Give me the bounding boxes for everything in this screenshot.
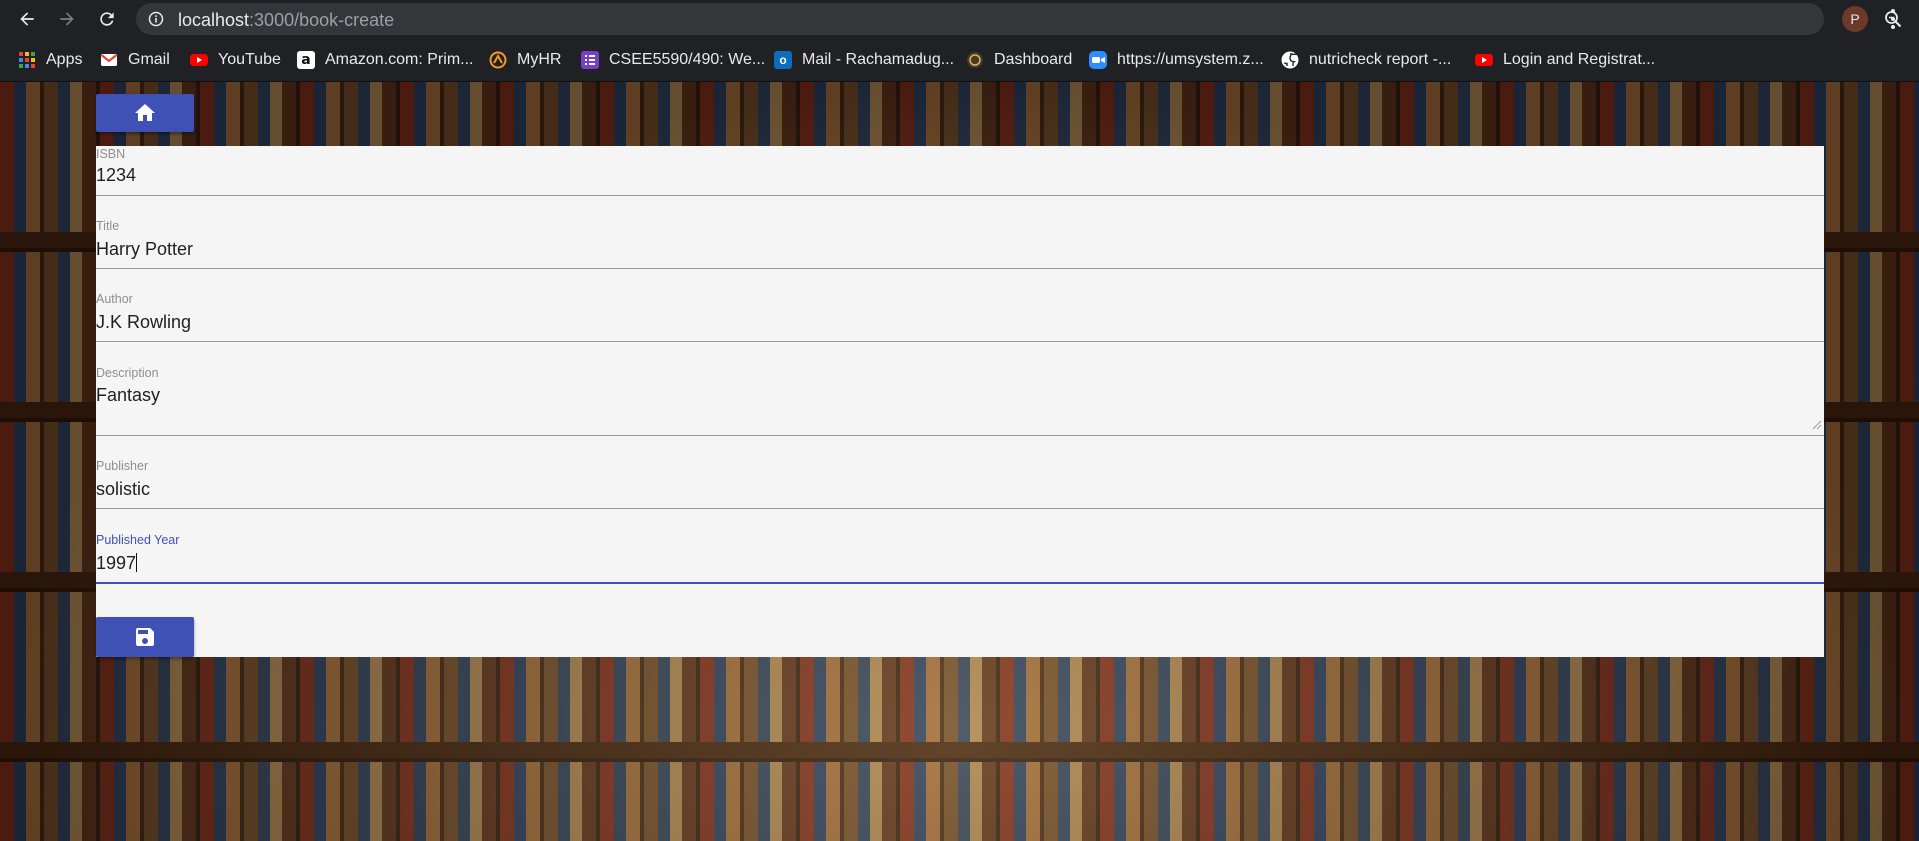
apps-grid-icon bbox=[18, 51, 36, 69]
bookmark-label: Dashboard bbox=[994, 51, 1073, 68]
published-year-value: 1997 bbox=[96, 553, 137, 573]
text-caret bbox=[136, 553, 138, 572]
description-field[interactable]: Description Fantasy bbox=[96, 342, 1824, 436]
publisher-input[interactable]: solistic bbox=[96, 479, 150, 500]
bookmark-label: https://umsystem.z... bbox=[1117, 51, 1264, 68]
forward-icon[interactable] bbox=[54, 6, 80, 32]
bookmark-amazon[interactable]: a Amazon.com: Prim... bbox=[297, 49, 473, 71]
browser-toolbar: localhost:3000/book-create P bbox=[0, 0, 1919, 38]
youtube-icon bbox=[1475, 51, 1493, 69]
bookmark-umsystem[interactable]: https://umsystem.z... bbox=[1089, 49, 1264, 71]
bookmark-label: Amazon.com: Prim... bbox=[325, 51, 474, 68]
bookmark-label: Apps bbox=[46, 51, 83, 68]
field-label: Description bbox=[96, 366, 159, 380]
url-path: :3000/book-create bbox=[249, 10, 395, 30]
bookmark-apps[interactable]: Apps bbox=[18, 49, 82, 71]
url-host: localhost bbox=[178, 10, 250, 30]
myhr-icon bbox=[489, 51, 507, 69]
field-label: Published Year bbox=[96, 533, 180, 547]
bookmark-nutricheck[interactable]: nutricheck report -... bbox=[1281, 49, 1451, 71]
dashboard-icon bbox=[966, 51, 984, 69]
back-icon[interactable] bbox=[14, 6, 40, 32]
bookmark-mail[interactable]: o Mail - Rachamadug... bbox=[774, 49, 954, 71]
page-background: ISBN 1234 Title Harry Potter Author J.K … bbox=[0, 82, 1919, 841]
bookmark-gmail[interactable]: Gmail bbox=[100, 49, 170, 71]
title-input[interactable]: Harry Potter bbox=[96, 239, 193, 260]
isbn-field[interactable]: ISBN 1234 bbox=[96, 146, 1824, 196]
reload-icon[interactable] bbox=[94, 6, 120, 32]
github-icon bbox=[1281, 51, 1299, 69]
bookmark-label: Mail - Rachamadug... bbox=[802, 51, 955, 68]
bookmark-label: Login and Registrat... bbox=[1503, 51, 1656, 68]
bookmark-label: YouTube bbox=[218, 51, 281, 68]
bookmark-label: CSEE5590/490: We... bbox=[609, 51, 766, 68]
bookmark-youtube[interactable]: YouTube bbox=[190, 49, 281, 71]
author-field[interactable]: Author J.K Rowling bbox=[96, 269, 1824, 342]
published-year-field[interactable]: Published Year 1997 bbox=[96, 509, 1824, 584]
title-field[interactable]: Title Harry Potter bbox=[96, 196, 1824, 269]
home-icon bbox=[135, 104, 155, 121]
bookmark-label: nutricheck report -... bbox=[1309, 51, 1452, 68]
site-info-icon[interactable] bbox=[148, 11, 164, 27]
author-input[interactable]: J.K Rowling bbox=[96, 312, 191, 333]
bookmark-login[interactable]: Login and Registrat... bbox=[1475, 49, 1655, 71]
bookmark-csee[interactable]: CSEE5590/490: We... bbox=[581, 49, 765, 71]
gmail-icon bbox=[100, 51, 118, 69]
youtube-icon bbox=[190, 51, 208, 69]
url-text[interactable]: localhost:3000/book-create bbox=[178, 10, 394, 31]
field-label: Publisher bbox=[96, 459, 149, 473]
bookmark-dashboard[interactable]: Dashboard bbox=[966, 49, 1072, 71]
amazon-icon: a bbox=[297, 51, 315, 69]
kebab-menu-icon[interactable] bbox=[1884, 7, 1902, 31]
bookmark-label: Gmail bbox=[128, 51, 170, 68]
bookmarks-bar: Apps Gmail YouTube a Amazon.com: Prim...… bbox=[0, 38, 1919, 82]
published-year-input[interactable]: 1997 bbox=[96, 553, 138, 574]
field-label: Author bbox=[96, 292, 133, 306]
isbn-input[interactable]: 1234 bbox=[96, 165, 136, 186]
textarea-resize-handle-icon[interactable] bbox=[1812, 420, 1822, 430]
floppy-disk-icon bbox=[136, 628, 154, 646]
save-button[interactable] bbox=[96, 617, 194, 657]
bookmark-label: MyHR bbox=[517, 51, 562, 68]
field-label: Title bbox=[96, 219, 120, 233]
publisher-field[interactable]: Publisher solistic bbox=[96, 436, 1824, 509]
field-label: ISBN bbox=[96, 147, 126, 161]
home-button[interactable] bbox=[96, 94, 194, 132]
outlook-icon: o bbox=[774, 51, 792, 69]
profile-avatar[interactable]: P bbox=[1842, 6, 1868, 32]
book-create-form: ISBN 1234 Title Harry Potter Author J.K … bbox=[96, 146, 1824, 657]
description-textarea[interactable]: Fantasy bbox=[96, 385, 160, 406]
field-underline-focused bbox=[96, 582, 1824, 584]
list-icon bbox=[581, 51, 599, 69]
bookmark-myhr[interactable]: MyHR bbox=[489, 49, 561, 71]
address-bar[interactable]: localhost:3000/book-create bbox=[136, 3, 1902, 35]
zoom-icon bbox=[1089, 51, 1107, 69]
